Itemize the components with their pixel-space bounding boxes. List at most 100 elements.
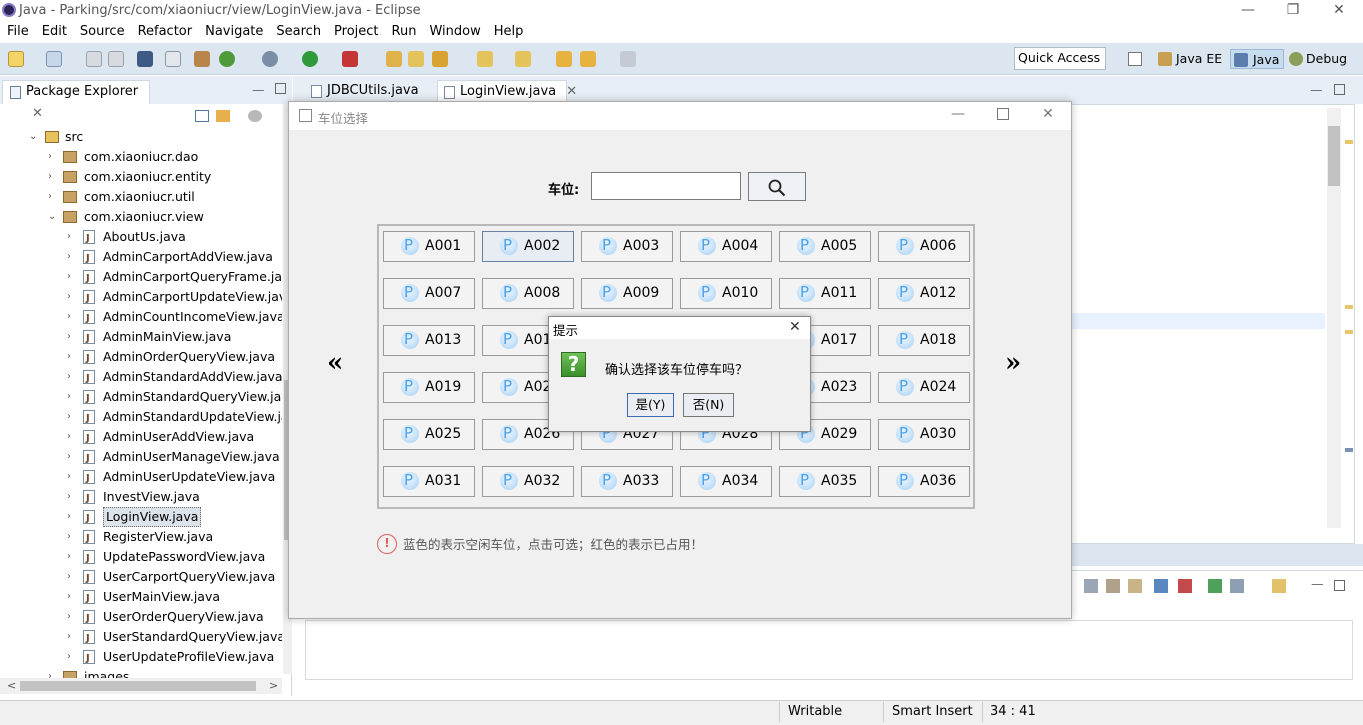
slot-button[interactable]: A025 — [383, 419, 475, 450]
tree-file-item[interactable]: › UpdatePasswordView.java — [0, 547, 282, 569]
chevron-right-icon[interactable]: › — [67, 287, 71, 307]
restore-icon[interactable]: ❐ — [1270, 0, 1316, 22]
save-all-icon[interactable] — [108, 51, 124, 67]
menu-help[interactable]: Help — [494, 22, 524, 41]
editor-vscroll-thumb[interactable] — [1328, 126, 1340, 186]
tree-file-item[interactable]: › AdminUserManageView.java — [0, 447, 282, 469]
slot-button[interactable]: A008 — [482, 278, 574, 309]
tree-file-item[interactable]: › AdminCarportAddView.java — [0, 247, 282, 269]
perspective-java[interactable]: Java — [1230, 49, 1285, 69]
pin-console-icon[interactable] — [1208, 579, 1222, 593]
build-icon[interactable] — [194, 51, 210, 67]
overview-marker[interactable] — [1345, 448, 1353, 452]
chevron-right-icon[interactable]: › — [67, 527, 71, 547]
chevron-right-icon[interactable]: › — [67, 247, 71, 267]
overview-marker[interactable] — [1345, 305, 1353, 309]
slot-button[interactable]: A006 — [878, 231, 970, 262]
scroll-left-icon[interactable]: < — [7, 679, 16, 692]
menu-file[interactable]: File — [7, 22, 29, 41]
forward-icon[interactable] — [620, 51, 636, 67]
external-tools-icon[interactable] — [342, 51, 358, 67]
close-tab-icon[interactable]: ✕ — [566, 84, 577, 99]
chevron-right-icon[interactable]: › — [67, 507, 71, 527]
quick-access-input[interactable]: Quick Access — [1014, 47, 1106, 70]
back-icon[interactable] — [580, 51, 596, 67]
yes-button[interactable]: 是(Y) — [627, 393, 674, 417]
tree-file-item[interactable]: › AdminUserAddView.java — [0, 427, 282, 449]
refresh-icon[interactable] — [219, 51, 235, 67]
tree-file-item[interactable]: › AdminCountIncomeView.java — [0, 307, 282, 329]
chevron-down-icon[interactable]: ⌄ — [48, 207, 56, 227]
chevron-right-icon[interactable]: › — [67, 567, 71, 587]
chevron-right-icon[interactable]: › — [67, 627, 71, 647]
clear-console-icon[interactable] — [1084, 579, 1098, 593]
prev-annotation-icon[interactable] — [515, 51, 531, 67]
display-console-icon[interactable] — [1230, 579, 1244, 593]
chevron-right-icon[interactable]: › — [67, 447, 71, 467]
menu-project[interactable]: Project — [334, 22, 378, 41]
close-icon[interactable]: ✕ — [1026, 106, 1070, 122]
tree-file-item[interactable]: › UserMainView.java — [0, 587, 282, 609]
tree-file-item[interactable]: › LoginView.java — [0, 507, 282, 529]
run-icon[interactable] — [302, 51, 318, 67]
tree-file-item[interactable]: › UserCarportQueryView.java — [0, 567, 282, 589]
tree-file-item[interactable]: › UserStandardQueryView.java — [0, 627, 282, 649]
menu-edit[interactable]: Edit — [42, 22, 67, 41]
close-icon[interactable]: ✕ — [789, 319, 801, 335]
editor-minimize-icon[interactable]: — — [1310, 82, 1323, 97]
maximize-icon[interactable] — [997, 108, 1009, 120]
editor-maximize-icon[interactable] — [1334, 84, 1345, 95]
chevron-right-icon[interactable]: › — [67, 227, 71, 247]
tree-file-item[interactable]: › InvestView.java — [0, 487, 282, 509]
minimize-icon[interactable]: — — [936, 106, 980, 122]
open-console-icon[interactable] — [1272, 579, 1286, 593]
link-editor-icon[interactable] — [216, 110, 230, 122]
menu-navigate[interactable]: Navigate — [205, 22, 263, 41]
search-button[interactable] — [748, 172, 806, 201]
no-button[interactable]: 否(N) — [683, 393, 734, 417]
tree-file-item[interactable]: › UserOrderQueryView.java — [0, 607, 282, 629]
menu-run[interactable]: Run — [392, 22, 417, 41]
tree-file-item[interactable]: › AboutUs.java — [0, 227, 282, 249]
menu-search[interactable]: Search — [276, 22, 321, 41]
menu-source[interactable]: Source — [80, 22, 125, 41]
save-icon[interactable] — [86, 51, 102, 67]
collapse-all-icon[interactable] — [195, 110, 209, 122]
last-edit-icon[interactable] — [556, 51, 572, 67]
slot-button[interactable]: A013 — [383, 325, 475, 356]
tree-package-item[interactable]: ⌄ com.xiaoniucr.view — [0, 207, 282, 227]
chevron-right-icon[interactable]: › — [67, 327, 71, 347]
close-icon[interactable]: ✕ — [1316, 0, 1362, 22]
tree-file-item[interactable]: › AdminStandardAddView.java — [0, 367, 282, 389]
slot-button[interactable]: A034 — [680, 466, 772, 497]
tree-file-item[interactable]: › AdminCarportQueryFrame.java — [0, 267, 282, 289]
debug-icon[interactable] — [262, 51, 278, 67]
open-task-icon[interactable] — [408, 51, 424, 67]
slot-button[interactable]: A035 — [779, 466, 871, 497]
slot-button[interactable]: A012 — [878, 278, 970, 309]
menu-refactor[interactable]: Refactor — [138, 22, 193, 41]
slot-button[interactable]: A036 — [878, 466, 970, 497]
scroll-right-icon[interactable]: > — [269, 679, 278, 692]
slot-button[interactable]: A031 — [383, 466, 475, 497]
tree-hscroll-thumb[interactable] — [20, 681, 256, 691]
menu-window[interactable]: Window — [429, 22, 480, 41]
chevron-right-icon[interactable]: › — [67, 487, 71, 507]
tree-file-item[interactable]: › RegisterView.java — [0, 527, 282, 549]
chevron-right-icon[interactable]: › — [67, 407, 71, 427]
perspective-debug[interactable]: Debug — [1286, 49, 1351, 69]
perspective-java-ee[interactable]: Java EE — [1156, 49, 1226, 69]
next-page-button[interactable]: » — [1005, 348, 1021, 378]
chevron-right-icon[interactable]: › — [67, 587, 71, 607]
package-explorer-tab[interactable]: Package Explorer ✕ — [2, 80, 150, 121]
show-console-icon[interactable] — [1154, 579, 1168, 593]
overview-marker[interactable] — [1345, 140, 1353, 144]
new-package-icon[interactable] — [46, 51, 62, 67]
slot-button[interactable]: A009 — [581, 278, 673, 309]
minimize-view-icon[interactable]: — — [252, 82, 265, 97]
chevron-right-icon[interactable]: › — [67, 307, 71, 327]
slot-button[interactable]: A030 — [878, 419, 970, 450]
chevron-right-icon[interactable]: › — [48, 187, 52, 207]
chevron-right-icon[interactable]: › — [67, 367, 71, 387]
word-wrap-icon[interactable] — [1128, 579, 1142, 593]
